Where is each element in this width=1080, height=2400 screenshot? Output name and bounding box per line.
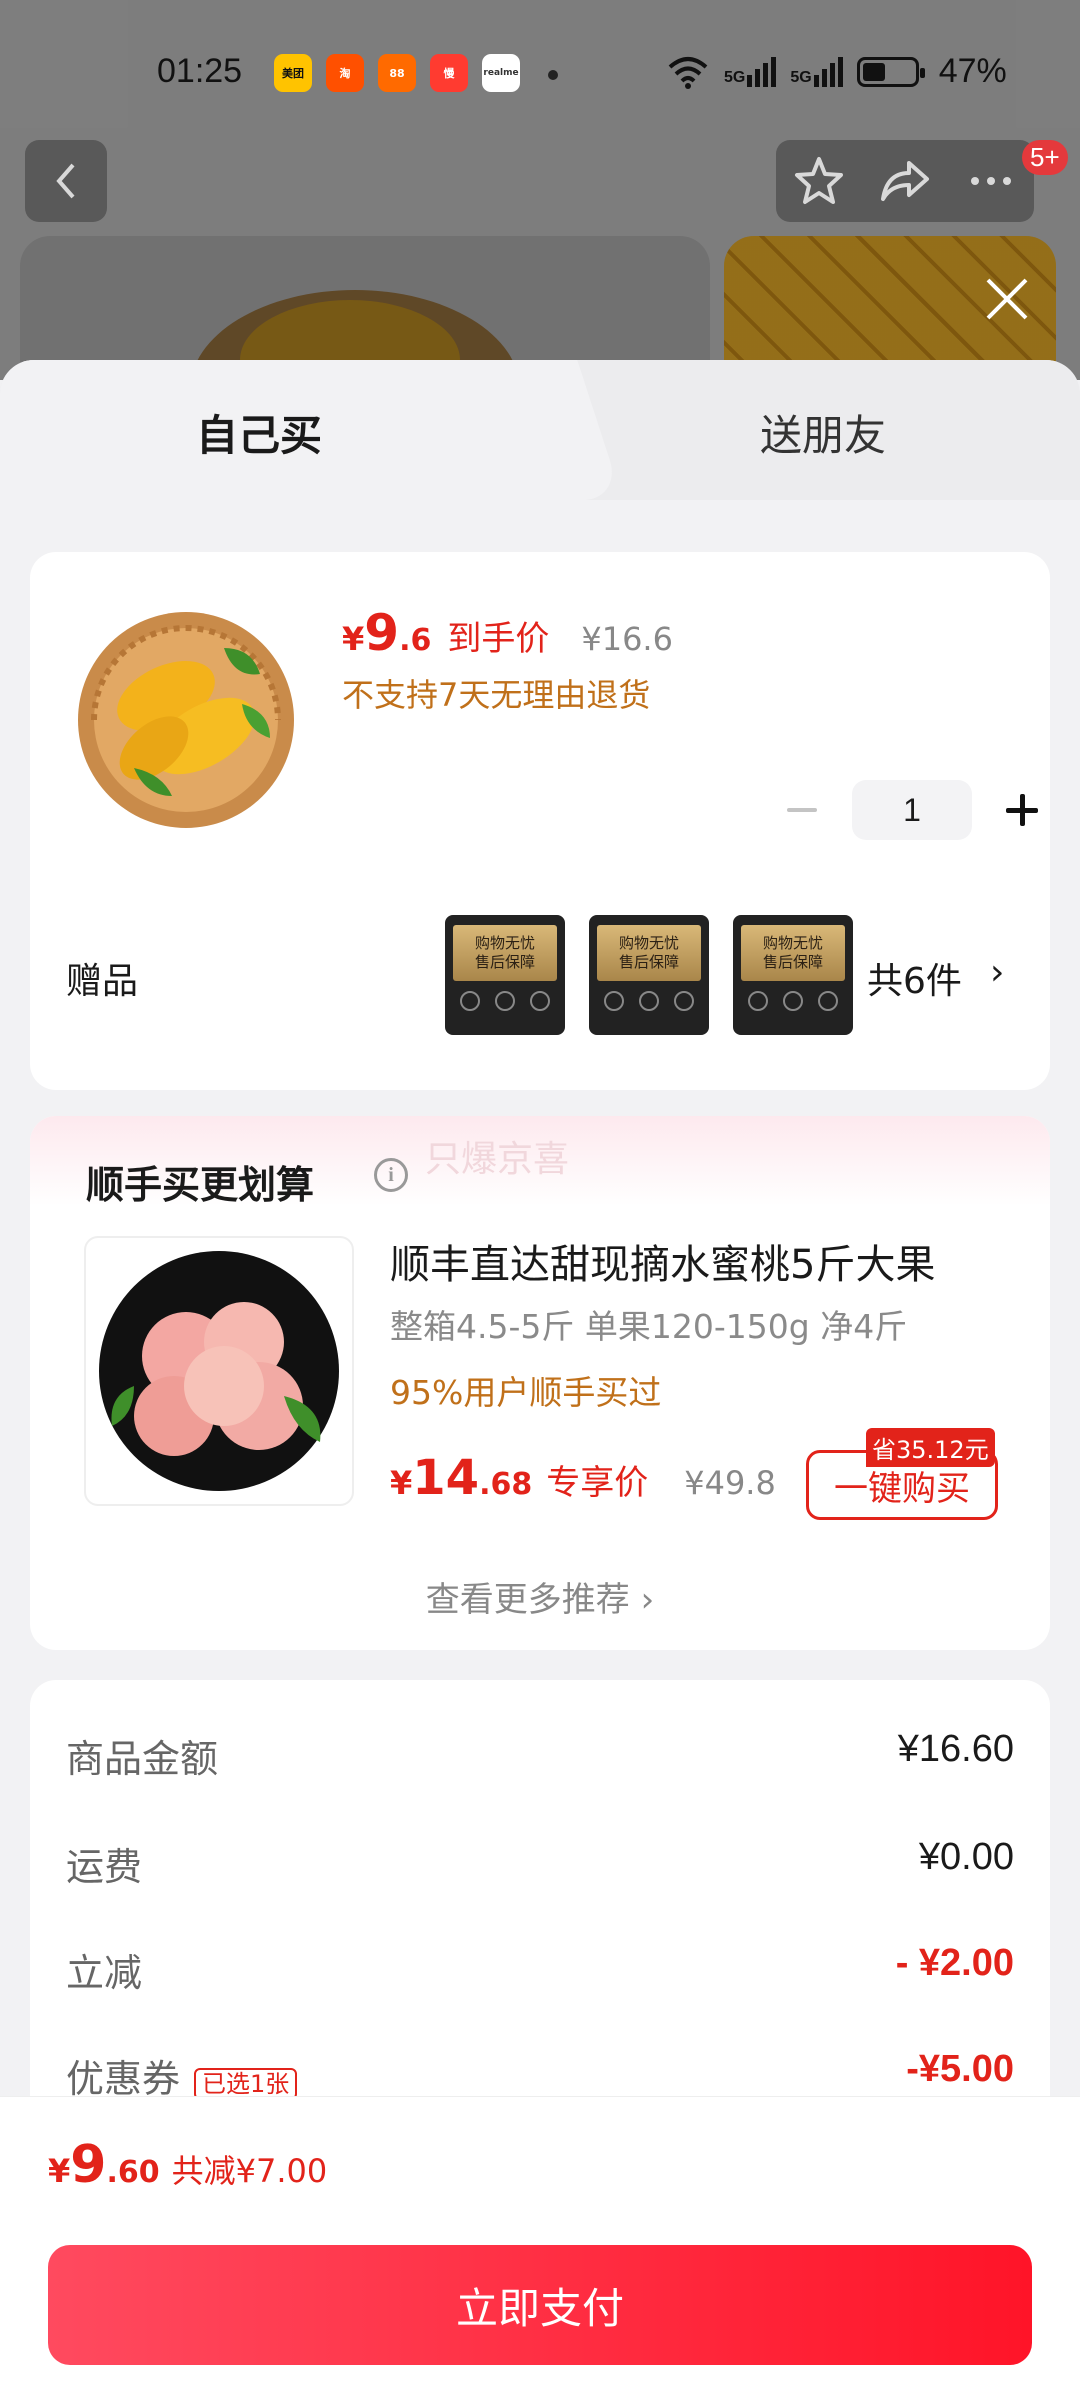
gift-label: 赠品 — [66, 961, 139, 1002]
recommend-price: ¥ 14 .68 专享价 ¥49.8 — [390, 1450, 776, 1506]
currency-symbol: ¥ — [342, 620, 365, 658]
total-discount: 共减¥7.00 — [171, 2152, 328, 2190]
info-icon[interactable]: i — [374, 1158, 408, 1192]
recommendation-card: 只爆京喜 顺手买更划算 i 顺丰直达甜现摘水蜜桃5斤大果 整箱4.5-5斤 单果… — [30, 1116, 1050, 1650]
notification-badge: 5+ — [1022, 140, 1068, 175]
total-price: ¥ 9 .60 共减¥7.00 — [48, 2135, 327, 2195]
summary-row-shipping: 运费 ¥0.00 — [66, 1836, 1014, 1891]
more-icon[interactable] — [963, 153, 1019, 209]
status-right: 5G 5G 47% — [666, 52, 1007, 91]
peach-product-image[interactable] — [84, 1236, 354, 1506]
summary-row-instant-discount: 立减 - ¥2.00 — [66, 1942, 1014, 1997]
recommend-product-spec: 整箱4.5-5斤 单果120-150g 净4斤 — [390, 1307, 908, 1346]
price-decimal: .68 — [479, 1467, 533, 1502]
tab-self-buy[interactable]: 自己买 — [196, 402, 322, 463]
recommend-purchase-stat: 95%用户顺手买过 — [390, 1373, 662, 1412]
price-integer: 14 — [412, 1450, 480, 1506]
product-card: ¥ 9 .6 到手价 ¥16.6 不支持7天无理由退货 1 赠品 购物无忧 售后保… — [30, 552, 1050, 1090]
summary-label: 商品金额 — [66, 1737, 219, 1781]
pay-now-button[interactable]: 立即支付 — [48, 2245, 1032, 2365]
back-button[interactable] — [25, 140, 107, 222]
summary-value: ¥16.60 — [897, 1728, 1014, 1770]
price-label: 到手价 — [447, 619, 550, 659]
original-price: ¥49.8 — [684, 1464, 776, 1502]
currency-symbol: ¥ — [48, 2152, 71, 2190]
app-icon: 88 — [378, 54, 416, 92]
summary-label: 优惠券 — [66, 2057, 181, 2101]
gift-card: 购物无忧 售后保障 — [733, 915, 853, 1035]
gift-thumbnails[interactable]: 购物无忧 售后保障 购物无忧 售后保障 购物无忧 售后保障 — [445, 915, 853, 1035]
wifi-icon — [668, 56, 708, 89]
nav-actions — [776, 140, 1034, 222]
realme-icon: realme — [482, 54, 520, 92]
summary-label: 立减 — [66, 1951, 143, 1995]
more-notifications-dot — [548, 70, 558, 80]
recommend-product-name[interactable]: 顺丰直达甜现摘水蜜桃5斤大果 — [390, 1232, 935, 1290]
recommendation-title: 顺手买更划算 — [86, 1163, 315, 1207]
status-time: 01:25 — [157, 52, 243, 90]
summary-value: ¥0.00 — [918, 1836, 1014, 1878]
quantity-value[interactable]: 1 — [852, 780, 972, 840]
purchase-sheet: 自己买 送朋友 ¥ 9 .6 到手价 ¥16.6 不支持7天无理由退货 1 赠品… — [0, 360, 1080, 2400]
summary-value: -¥5.00 — [906, 2048, 1014, 2090]
purchase-tabs: 自己买 送朋友 — [0, 360, 1080, 520]
close-icon[interactable] — [982, 274, 1032, 324]
total-decimal: .60 — [106, 2155, 160, 2190]
peach-image — [99, 1251, 339, 1491]
tab-send-friend[interactable]: 送朋友 — [760, 402, 886, 463]
checkout-bar: ¥ 9 .60 共减¥7.00 立即支付 — [0, 2096, 1080, 2400]
watermark: 只爆京喜 — [425, 1139, 570, 1180]
summary-row-coupon[interactable]: 优惠券 已选1张 -¥5.00 — [66, 2048, 1014, 2103]
gift-count[interactable]: 共6件 — [867, 952, 962, 1004]
man-icon: 慢 — [430, 54, 468, 92]
status-bar: 01:25 美团 淘 88 慢 realme 5G 5G 47% — [0, 40, 1080, 110]
gift-card: 购物无忧 售后保障 — [445, 915, 565, 1035]
signal-icon: 5G — [724, 56, 777, 87]
price-integer: 9 — [364, 604, 400, 662]
return-policy-notice: 不支持7天无理由退货 — [342, 676, 651, 714]
share-icon[interactable] — [877, 153, 933, 209]
battery-percent: 47% — [938, 52, 1007, 90]
view-more-recommendations[interactable]: 查看更多推荐 › — [30, 1572, 1050, 1621]
price-label: 专享价 — [546, 1463, 649, 1503]
summary-label: 运费 — [66, 1845, 143, 1889]
currency-symbol: ¥ — [390, 1464, 413, 1502]
price-decimal: .6 — [399, 623, 432, 658]
chevron-right-icon[interactable]: › — [990, 952, 1004, 993]
taobao-icon: 淘 — [326, 54, 364, 92]
mango-product-image — [78, 612, 294, 828]
gift-card: 购物无忧 售后保障 — [589, 915, 709, 1035]
star-icon[interactable] — [791, 153, 847, 209]
signal-icon-2: 5G — [790, 56, 843, 87]
savings-badge: 省35.12元 — [866, 1428, 995, 1467]
summary-value: - ¥2.00 — [895, 1942, 1014, 1984]
total-integer: 9 — [70, 2135, 107, 2195]
chevron-left-icon — [56, 163, 75, 199]
summary-row-subtotal: 商品金额 ¥16.60 — [66, 1728, 1014, 1783]
meituan-icon: 美团 — [274, 54, 312, 92]
quantity-decrease-button[interactable] — [772, 780, 832, 840]
quantity-increase-button[interactable] — [992, 780, 1052, 840]
original-price: ¥16.6 — [581, 620, 673, 658]
notification-app-icons: 美团 淘 88 慢 realme — [274, 54, 520, 92]
quantity-stepper: 1 — [772, 780, 1052, 840]
product-price: ¥ 9 .6 到手价 ¥16.6 — [342, 604, 673, 662]
battery-icon — [856, 56, 925, 87]
